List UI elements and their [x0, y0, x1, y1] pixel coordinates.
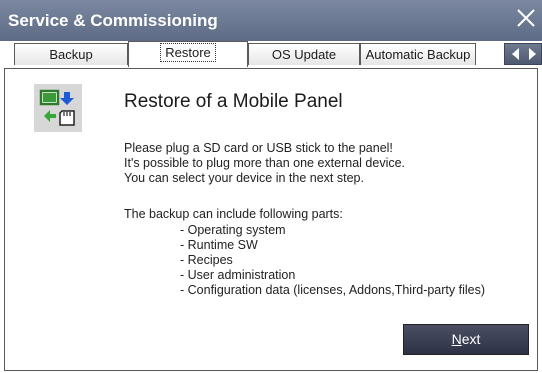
intro-line: You can select your device in the next s… [124, 171, 364, 185]
arrow-right-icon[interactable] [527, 48, 537, 60]
arrow-left-icon[interactable] [511, 48, 521, 60]
restore-panel: Restore of a Mobile Panel Please plug a … [4, 68, 538, 371]
list-item: - User administration [180, 268, 296, 282]
tab-backup[interactable]: Backup [14, 43, 128, 65]
parts-list: - Operating system - Runtime SW - Recipe… [180, 223, 485, 298]
next-button-mnemonic: N [451, 331, 462, 347]
restore-device-icon [34, 84, 82, 132]
title-bar: Service & Commissioning [0, 0, 542, 42]
window-title: Service & Commissioning [8, 11, 218, 30]
next-button-label: ext [461, 331, 481, 347]
next-button[interactable]: Next [403, 324, 529, 355]
parts-intro: The backup can include following parts: [124, 207, 343, 221]
tab-strip: Backup Restore OS Update Automatic Backu… [0, 41, 542, 68]
tab-scroll-buttons [504, 43, 542, 65]
tab-automatic-backup[interactable]: Automatic Backup [360, 43, 476, 65]
list-item: - Runtime SW [180, 238, 258, 252]
tab-restore[interactable]: Restore [128, 41, 248, 67]
close-icon [517, 9, 535, 27]
close-button[interactable] [510, 0, 542, 41]
service-commissioning-window: Service & Commissioning Backup Restore O… [0, 0, 542, 373]
tab-label: Backup [49, 47, 93, 62]
intro-line: It's possible to plug more than one exte… [124, 156, 406, 170]
tab-os-update[interactable]: OS Update [248, 43, 360, 65]
tab-label: Automatic Backup [365, 47, 471, 62]
list-item: - Operating system [180, 223, 286, 237]
intro-line: Please plug a SD card or USB stick to th… [124, 141, 393, 155]
tab-label: OS Update [271, 47, 337, 62]
list-item: - Recipes [180, 253, 233, 267]
list-item: - Configuration data (licenses, Addons,T… [180, 283, 486, 297]
intro-text: Please plug a SD card or USB stick to th… [124, 141, 405, 186]
page-heading: Restore of a Mobile Panel [124, 91, 343, 112]
tab-label: Restore [160, 43, 216, 62]
